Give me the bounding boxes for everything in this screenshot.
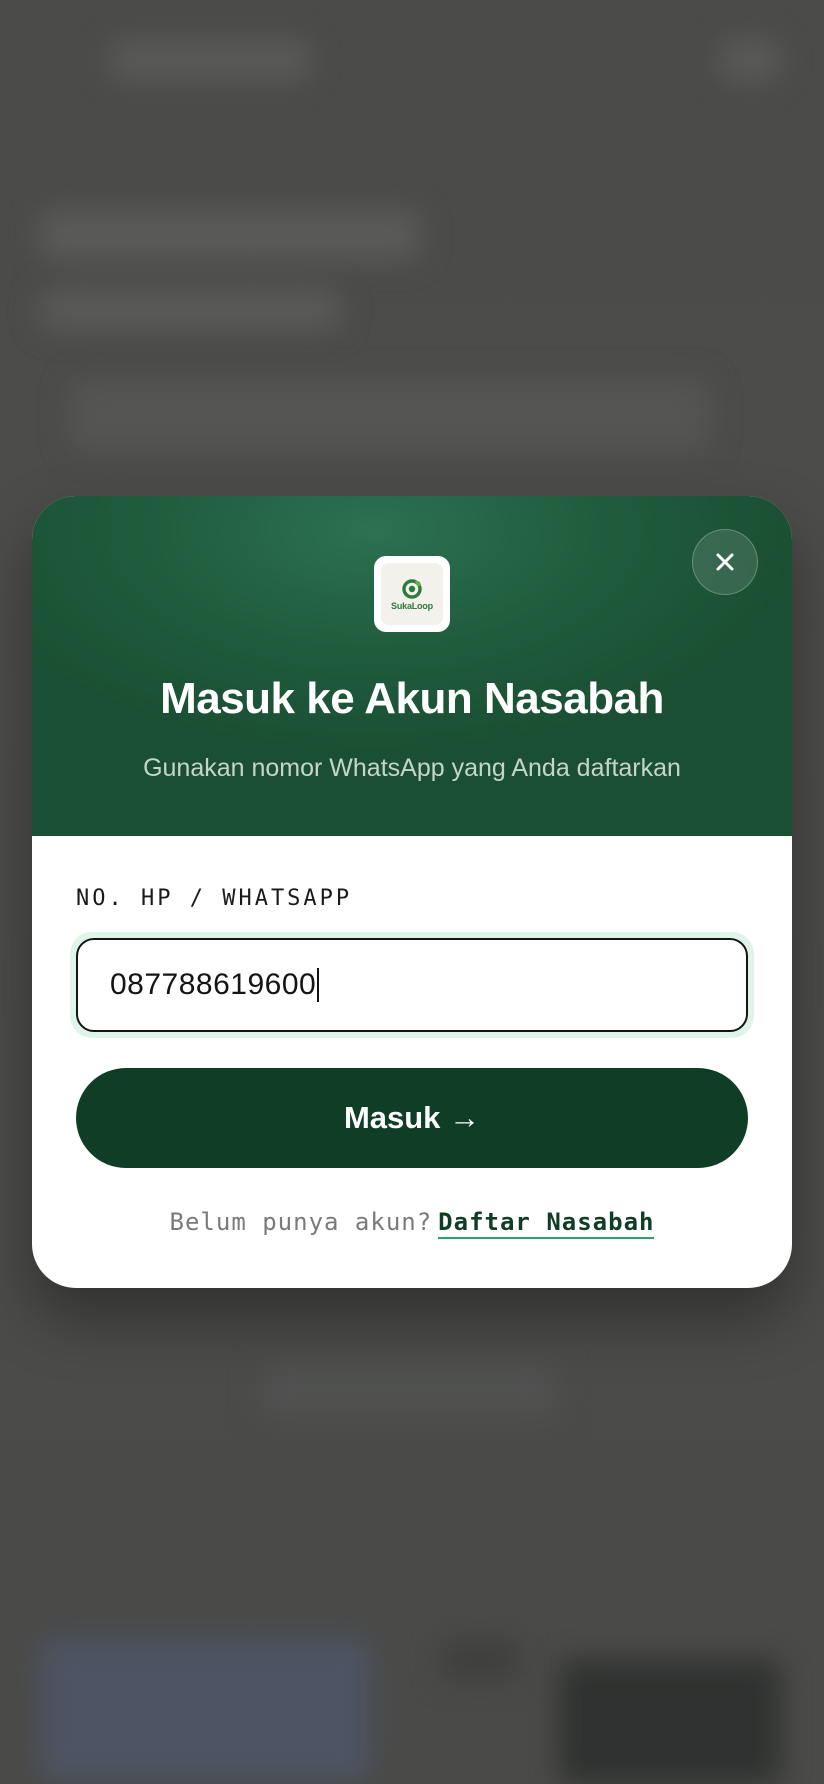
background-blur-block <box>440 1640 520 1680</box>
modal-title: Masuk ke Akun Nasabah <box>160 674 664 723</box>
background-blur-block <box>720 40 780 80</box>
background-blur-block <box>260 1360 560 1420</box>
close-icon <box>716 553 734 571</box>
logo-inner: SukaLoop <box>381 563 443 625</box>
background-blur-block <box>40 1640 370 1780</box>
background-blur-block <box>110 40 310 80</box>
background-blur-block <box>40 290 340 330</box>
leaf-loop-icon <box>402 578 422 599</box>
phone-input[interactable]: 087788619600 <box>76 938 748 1032</box>
text-caret <box>317 968 320 1002</box>
register-prompt: Belum punya akun? <box>169 1208 433 1236</box>
register-row: Belum punya akun? Daftar Nasabah <box>32 1208 792 1239</box>
modal-header: SukaLoop Masuk ke Akun Nasabah Gunakan n… <box>32 496 792 836</box>
background-blur-block <box>560 1660 780 1784</box>
background-blur-block <box>70 380 710 450</box>
register-link[interactable]: Daftar Nasabah <box>438 1208 655 1239</box>
login-button[interactable]: Masuk → <box>76 1068 748 1168</box>
modal-subtitle: Gunakan nomor WhatsApp yang Anda daftark… <box>143 754 681 782</box>
app-logo: SukaLoop <box>374 556 450 632</box>
background-blur-block <box>40 210 420 260</box>
phone-field-label: NO. HP / WHATSAPP <box>76 886 353 911</box>
phone-input-value: 087788619600 <box>110 968 317 1001</box>
close-button[interactable] <box>692 529 758 595</box>
logo-text: SukaLoop <box>391 600 433 611</box>
login-modal: SukaLoop Masuk ke Akun Nasabah Gunakan n… <box>32 496 792 1288</box>
